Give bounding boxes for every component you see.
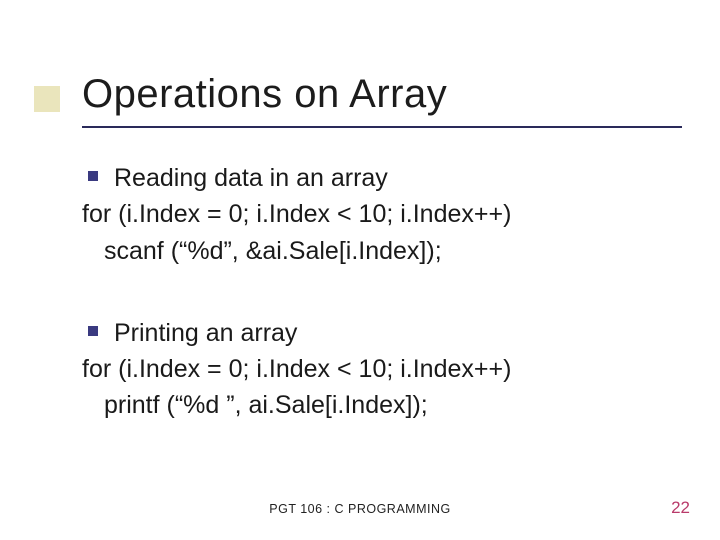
- section2-code-line1: for (i.Index = 0; i.Index < 10; i.Index+…: [82, 351, 682, 387]
- bullet-item-1: Reading data in an array: [82, 160, 682, 196]
- bullet-icon: [88, 326, 98, 336]
- bullet-2-heading: Printing an array: [114, 319, 297, 347]
- accent-square: [34, 86, 60, 112]
- section1-code-line2: scanf (“%d”, &ai.Sale[i.Index]);: [82, 233, 682, 269]
- bullet-icon: [88, 171, 98, 181]
- bullet-item-2: Printing an array: [82, 315, 682, 351]
- spacer: [82, 269, 682, 315]
- footer-text: PGT 106 : C PROGRAMMING: [0, 502, 720, 516]
- bullet-1-heading: Reading data in an array: [114, 164, 388, 192]
- section2-code-line2: printf (“%d ”, ai.Sale[i.Index]);: [82, 387, 682, 423]
- slide-body: Reading data in an array for (i.Index = …: [82, 160, 682, 424]
- page-number: 22: [671, 498, 690, 518]
- section1-code-line1: for (i.Index = 0; i.Index < 10; i.Index+…: [82, 196, 682, 232]
- slide-title: Operations on Array: [82, 72, 447, 117]
- title-underline: [82, 126, 682, 128]
